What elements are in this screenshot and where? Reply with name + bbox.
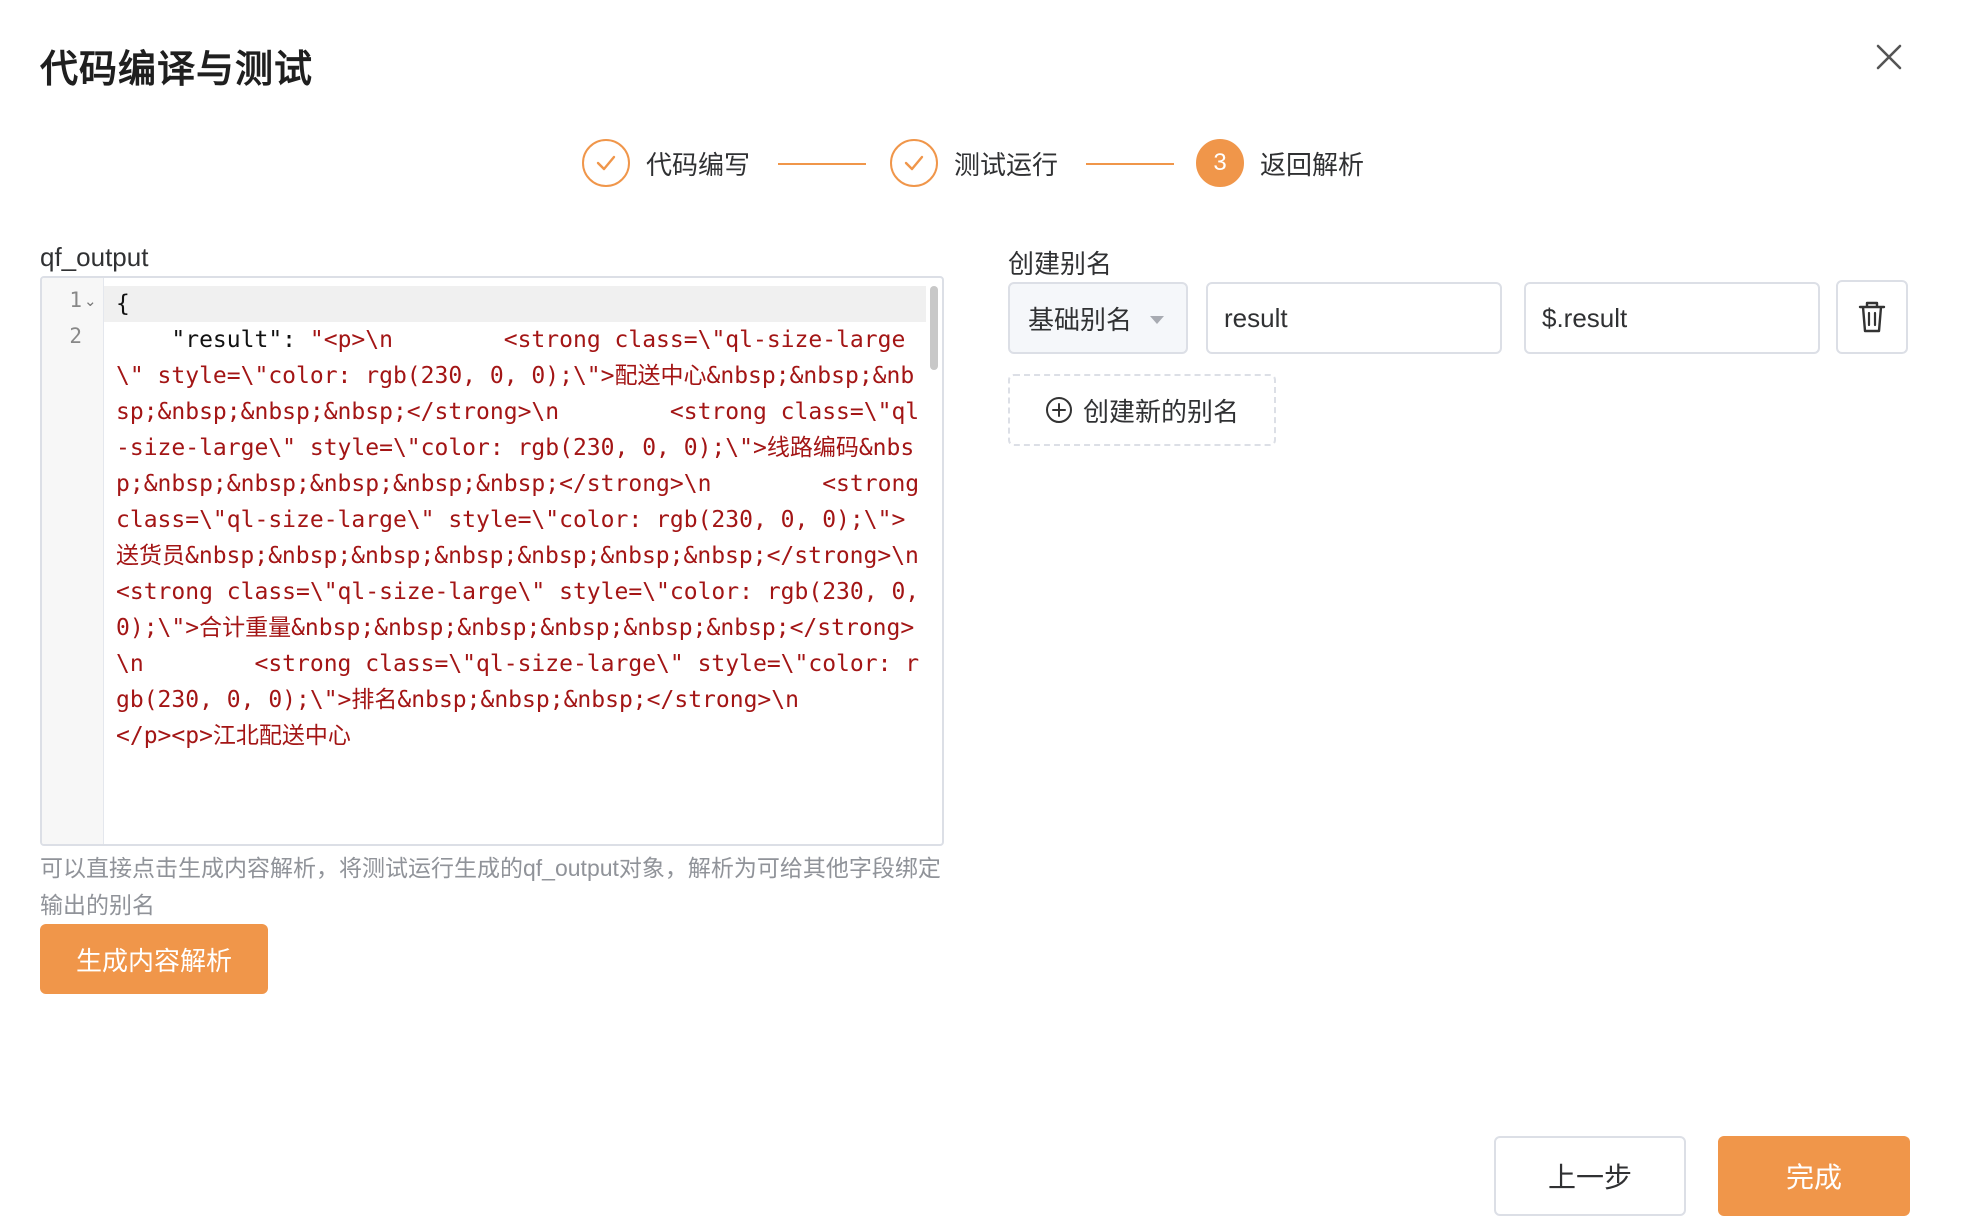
check-icon: [890, 139, 938, 187]
delete-alias-button[interactable]: [1836, 280, 1908, 354]
code-string-value: "<p>\n <strong class=\"ql-size-large\" s…: [116, 327, 920, 749]
step-label: 测试运行: [954, 149, 1059, 180]
dialog-title: 代码编译与测试: [40, 49, 314, 91]
alias-name-value: result: [1224, 302, 1288, 333]
alias-type-value: 基础别名: [1028, 304, 1133, 335]
check-icon: [582, 139, 630, 187]
close-icon[interactable]: [1872, 40, 1906, 74]
step-code-writing: 代码编写: [582, 137, 750, 189]
step-test-run: 测试运行: [890, 137, 1058, 189]
generate-parse-button[interactable]: 生成内容解析: [40, 924, 268, 994]
plus-circle-icon: [1045, 397, 1072, 423]
line-number: 1: [69, 288, 82, 312]
create-alias-label: 创建新的别名: [1082, 396, 1239, 427]
code-compile-test-dialog: 代码编译与测试 代码编写 测试运行 3 返回解析 qf_output 1 ⌄ 2…: [0, 0, 1962, 1232]
code-editor[interactable]: 1 ⌄ 2 { "result": "<p>\n <strong class=\…: [40, 276, 944, 846]
previous-step-button[interactable]: 上一步: [1494, 1136, 1686, 1216]
create-alias-button[interactable]: 创建新的别名: [1008, 374, 1276, 446]
code-key: "result":: [116, 327, 310, 353]
step-label: 返回解析: [1260, 149, 1365, 180]
step-connector: [1086, 163, 1174, 165]
finish-button[interactable]: 完成: [1718, 1136, 1910, 1216]
step-label: 代码编写: [646, 149, 751, 180]
code-content[interactable]: { "result": "<p>\n <strong class=\"ql-si…: [116, 286, 924, 754]
create-alias-label: 创建别名: [1008, 249, 1113, 279]
code-line-1: {: [116, 291, 130, 317]
trash-icon: [1858, 301, 1886, 333]
alias-type-select[interactable]: 基础别名: [1008, 282, 1188, 354]
step-number: 3: [1196, 139, 1244, 187]
parse-hint-text: 可以直接点击生成内容解析，将测试运行生成的qf_output对象，解析为可给其他…: [40, 855, 941, 918]
step-return-parse: 3 返回解析: [1196, 137, 1364, 189]
alias-path-value: $.result: [1542, 302, 1628, 333]
editor-gutter: 1 ⌄ 2: [42, 278, 104, 844]
alias-path-input[interactable]: $.result: [1524, 282, 1820, 354]
step-connector: [778, 163, 866, 165]
editor-scrollbar[interactable]: [930, 286, 938, 370]
output-field-label: qf_output: [40, 242, 149, 272]
fold-chevron-icon[interactable]: ⌄: [84, 292, 97, 310]
line-number: 2: [69, 324, 82, 348]
alias-name-input[interactable]: result: [1206, 282, 1502, 354]
caret-down-icon: [1150, 316, 1164, 324]
